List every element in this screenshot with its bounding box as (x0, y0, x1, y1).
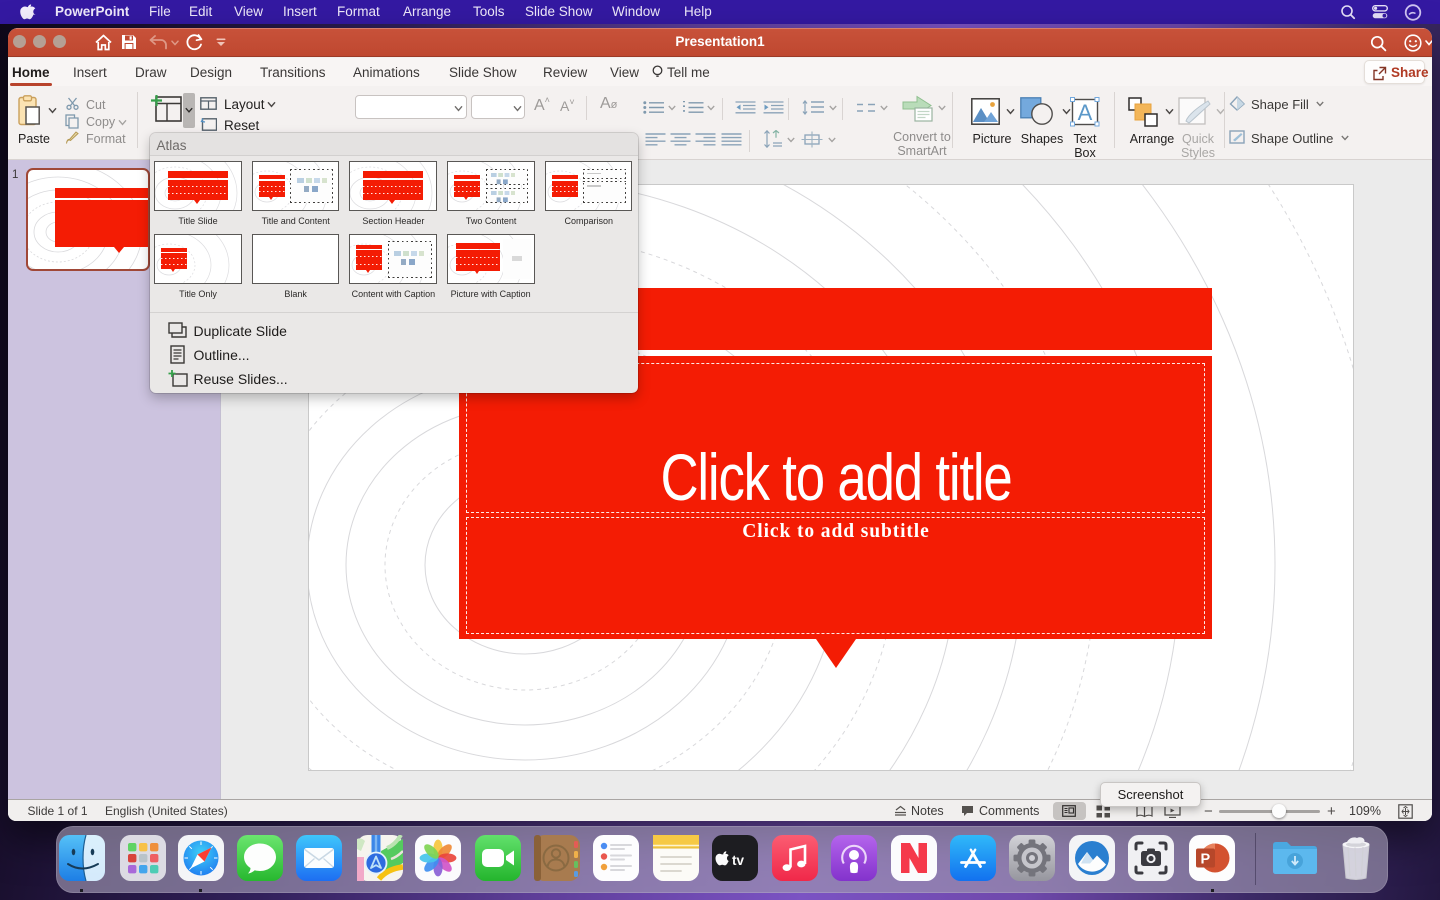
svg-text:A: A (1078, 100, 1093, 125)
svg-text:tv: tv (732, 853, 744, 868)
svg-text:P: P (1201, 852, 1211, 868)
